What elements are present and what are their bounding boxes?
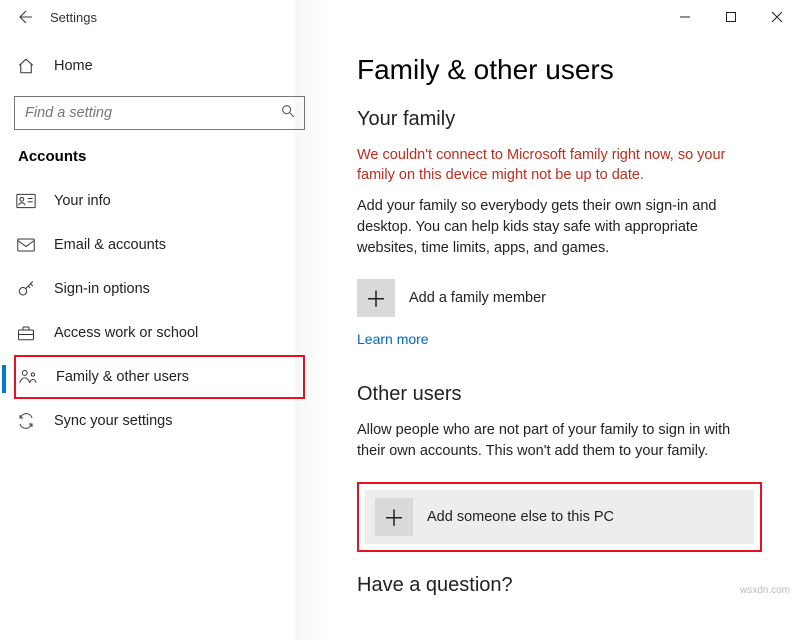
maximize-button[interactable] bbox=[708, 0, 754, 34]
briefcase-icon bbox=[14, 325, 38, 341]
other-users-body-text: Allow people who are not part of your fa… bbox=[357, 420, 762, 462]
sidebar-item-label: Sign-in options bbox=[54, 281, 150, 297]
sidebar-item-your-info[interactable]: Your info bbox=[14, 179, 305, 223]
sidebar-item-email-accounts[interactable]: Email & accounts bbox=[14, 223, 305, 267]
family-heading: Your family bbox=[357, 108, 762, 131]
sidebar-item-label: Access work or school bbox=[54, 325, 198, 341]
maximize-icon bbox=[725, 11, 737, 23]
sidebar-item-label: Sync your settings bbox=[54, 413, 172, 429]
sidebar: Home Accounts Your info Email & accounts bbox=[0, 34, 335, 602]
titlebar: Settings bbox=[0, 0, 800, 34]
window-title: Settings bbox=[50, 10, 97, 25]
main-content: Family & other users Your family We coul… bbox=[335, 34, 800, 602]
learn-more-link[interactable]: Learn more bbox=[357, 331, 429, 347]
family-error-text: We couldn't connect to Microsoft family … bbox=[357, 145, 762, 186]
search-input[interactable] bbox=[23, 104, 280, 122]
add-other-user-button[interactable]: ＋ Add someone else to this PC bbox=[365, 490, 754, 544]
minimize-button[interactable] bbox=[662, 0, 708, 34]
family-body-text: Add your family so everybody gets their … bbox=[357, 196, 762, 259]
sidebar-item-label: Your info bbox=[54, 193, 111, 209]
search-icon bbox=[280, 103, 296, 123]
sidebar-item-work-school[interactable]: Access work or school bbox=[14, 311, 305, 355]
plus-icon: ＋ bbox=[357, 279, 395, 317]
close-button[interactable] bbox=[754, 0, 800, 34]
sidebar-item-family-other-users[interactable]: Family & other users bbox=[14, 355, 305, 399]
minimize-icon bbox=[679, 11, 691, 23]
family-icon bbox=[16, 368, 40, 386]
add-other-user-highlight: ＋ Add someone else to this PC bbox=[357, 482, 762, 552]
home-icon bbox=[14, 57, 38, 75]
other-users-heading: Other users bbox=[357, 383, 762, 406]
plus-icon: ＋ bbox=[375, 498, 413, 536]
sidebar-item-signin-options[interactable]: Sign-in options bbox=[14, 267, 305, 311]
window-controls bbox=[662, 0, 800, 34]
home-label: Home bbox=[54, 58, 93, 74]
question-heading: Have a question? bbox=[357, 574, 762, 597]
watermark: wsxdn.com bbox=[740, 585, 790, 596]
id-card-icon bbox=[14, 193, 38, 209]
add-other-user-label: Add someone else to this PC bbox=[427, 509, 614, 525]
sidebar-section-heading: Accounts bbox=[18, 148, 305, 165]
sync-icon bbox=[14, 412, 38, 430]
back-arrow-icon bbox=[17, 8, 35, 26]
page-title: Family & other users bbox=[357, 54, 762, 86]
add-family-member-label: Add a family member bbox=[409, 290, 546, 306]
home-nav[interactable]: Home bbox=[14, 44, 305, 88]
search-box[interactable] bbox=[14, 96, 305, 130]
close-icon bbox=[771, 11, 783, 23]
add-family-member-button[interactable]: ＋ Add a family member bbox=[357, 279, 762, 317]
key-icon bbox=[14, 280, 38, 298]
sidebar-item-sync-settings[interactable]: Sync your settings bbox=[14, 399, 305, 443]
mail-icon bbox=[14, 238, 38, 252]
back-button[interactable] bbox=[6, 0, 46, 34]
sidebar-item-label: Email & accounts bbox=[54, 237, 166, 253]
sidebar-item-label: Family & other users bbox=[56, 369, 189, 385]
